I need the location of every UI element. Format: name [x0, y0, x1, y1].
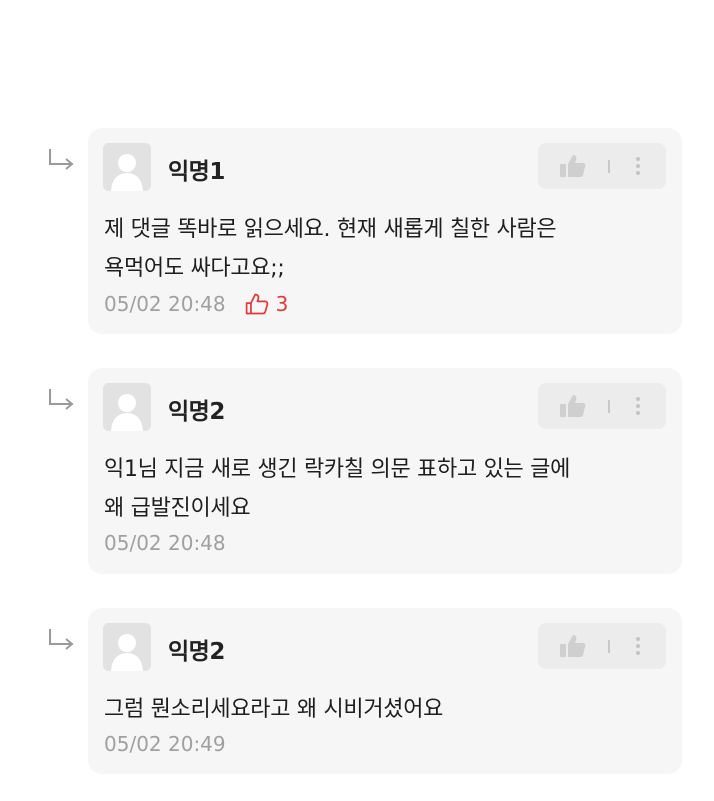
comment-thread: 익명1 제 댓글 똑바로 읽으세요. 현재 새롭게 칠한 사람은 욕먹어도 싸다… — [0, 0, 714, 801]
comment-text: 익1님 지금 새로 생긴 락카칠 의문 표하고 있는 글에 왜 급발진이세요 — [104, 450, 664, 528]
comment-text-line: 욕먹어도 싸다고요;; — [104, 256, 285, 281]
username[interactable]: 익명2 — [168, 392, 225, 426]
comment-actions — [538, 383, 666, 429]
timestamp: 05/02 20:48 — [104, 292, 226, 316]
timestamp: 05/02 20:48 — [104, 531, 226, 555]
avatar[interactable] — [103, 143, 151, 191]
avatar[interactable] — [103, 623, 151, 671]
comment-text-line: 익1님 지금 새로 생긴 락카칠 의문 표하고 있는 글에 — [104, 457, 571, 482]
default-avatar-icon — [103, 383, 151, 431]
comment-text-line: 제 댓글 똑바로 읽으세요. 현재 새롭게 칠한 사람은 — [104, 217, 557, 242]
action-divider — [608, 640, 610, 653]
action-divider — [608, 160, 610, 173]
comment-meta: 05/02 20:49 — [104, 732, 226, 756]
thumbs-up-icon[interactable] — [558, 153, 588, 179]
timestamp: 05/02 20:49 — [104, 732, 226, 756]
thumbs-up-icon[interactable] — [558, 633, 588, 659]
comment-actions — [538, 623, 666, 669]
comment-text: 제 댓글 똑바로 읽으세요. 현재 새롭게 칠한 사람은 욕먹어도 싸다고요;; — [104, 210, 664, 288]
like-counter[interactable]: 3 — [244, 291, 289, 317]
comment-card: 익명2 익1님 지금 새로 생긴 락카칠 의문 표하고 있는 글에 왜 급발진이… — [88, 368, 682, 574]
comment-meta: 05/02 20:48 3 — [104, 291, 288, 317]
thumbs-up-icon[interactable] — [558, 393, 588, 419]
like-count: 3 — [275, 292, 289, 316]
comment-actions — [538, 143, 666, 189]
more-vertical-icon[interactable] — [630, 393, 646, 419]
thumbs-up-outline-icon — [245, 293, 268, 315]
reply-arrow-icon — [49, 629, 74, 650]
avatar[interactable] — [103, 383, 151, 431]
comment-card: 익명1 제 댓글 똑바로 읽으세요. 현재 새롭게 칠한 사람은 욕먹어도 싸다… — [88, 128, 682, 334]
reply-arrow-icon — [49, 149, 74, 170]
more-vertical-icon[interactable] — [630, 633, 646, 659]
comment-text-line: 왜 급발진이세요 — [104, 496, 251, 521]
more-vertical-icon[interactable] — [630, 153, 646, 179]
username[interactable]: 익명1 — [168, 152, 225, 186]
comment-meta: 05/02 20:48 — [104, 531, 226, 555]
default-avatar-icon — [103, 623, 151, 671]
comment-text: 그럼 뭔소리세요라고 왜 시비거셨어요 — [104, 690, 664, 729]
default-avatar-icon — [103, 143, 151, 191]
comment-card: 익명2 그럼 뭔소리세요라고 왜 시비거셨어요 05/02 20:49 — [88, 608, 682, 774]
action-divider — [608, 400, 610, 413]
username[interactable]: 익명2 — [168, 632, 225, 666]
comment-text-line: 그럼 뭔소리세요라고 왜 시비거셨어요 — [104, 697, 444, 722]
reply-arrow-icon — [49, 389, 74, 410]
